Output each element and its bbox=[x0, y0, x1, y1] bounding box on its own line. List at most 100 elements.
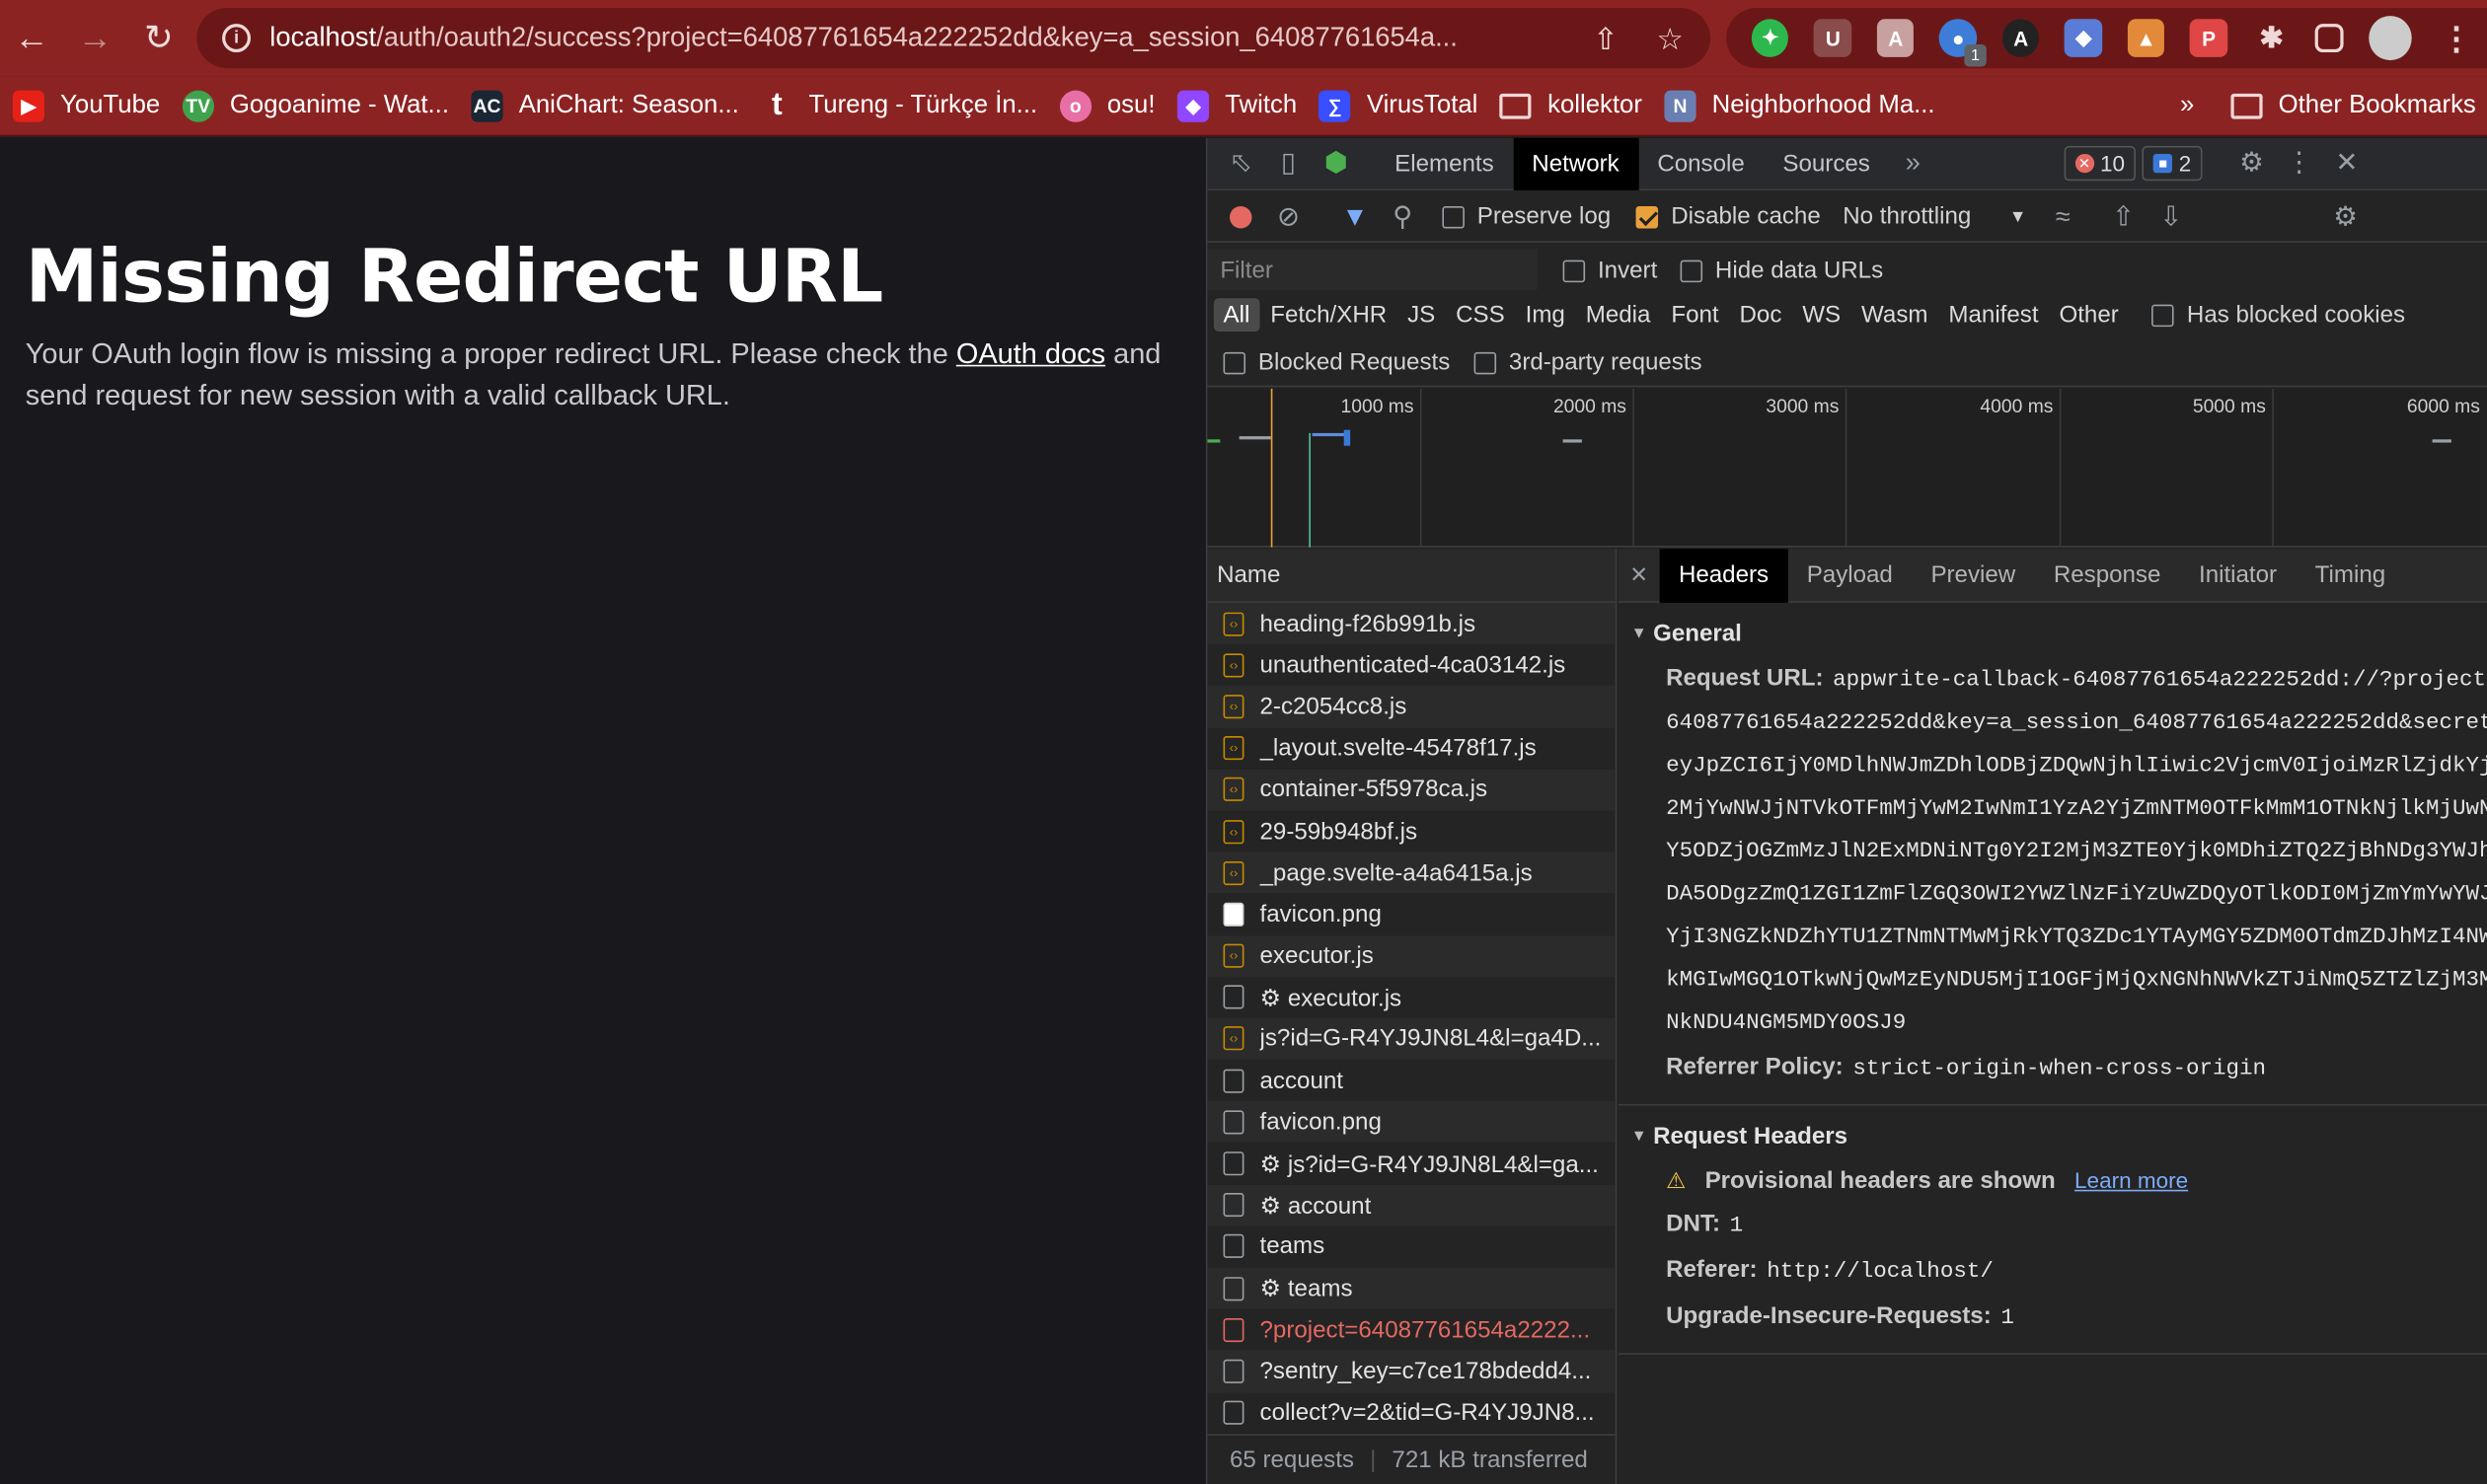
error-count[interactable]: ✕ 10 bbox=[2064, 145, 2137, 182]
avatar[interactable] bbox=[2369, 16, 2413, 61]
metamask-icon[interactable]: ▲ bbox=[2127, 19, 2165, 57]
type-ws[interactable]: WS bbox=[1793, 298, 1850, 332]
close-icon[interactable]: ✕ bbox=[2323, 139, 2371, 186]
bookmark-tureng[interactable]: t Tureng - Türkçe İn... bbox=[761, 82, 1037, 129]
clear-icon[interactable]: ⊘ bbox=[1264, 192, 1312, 240]
request-row[interactable]: ?sentry_key=c7ce178bdedd4... bbox=[1207, 1350, 1616, 1392]
export-har-icon[interactable]: ⇩ bbox=[2148, 192, 2195, 240]
extension-notes-icon[interactable]: ● 1 bbox=[1939, 19, 1987, 67]
bookmark-youtube[interactable]: ▶ YouTube bbox=[12, 82, 160, 129]
extension-p-icon[interactable]: P bbox=[2190, 19, 2228, 57]
tab-headers[interactable]: Headers bbox=[1659, 548, 1788, 603]
type-all[interactable]: All bbox=[1213, 298, 1259, 333]
request-row[interactable]: ‹› js?id=G-R4YJ9JN8L4&l=ga4D... bbox=[1207, 1017, 1616, 1061]
extension-a-icon[interactable]: A bbox=[2001, 19, 2040, 57]
other-bookmarks[interactable]: Other Bookmarks bbox=[2230, 82, 2476, 129]
request-headers-toggle[interactable]: ▼ Request Headers bbox=[1619, 1112, 2487, 1159]
tab-network[interactable]: Network bbox=[1512, 137, 1639, 190]
disable-cache-checkbox[interactable]: Disable cache bbox=[1635, 203, 1821, 230]
throttling-select[interactable]: No throttling ▼ bbox=[1843, 203, 2026, 230]
tab-timing[interactable]: Timing bbox=[2296, 548, 2404, 602]
tab-console[interactable]: Console bbox=[1638, 137, 1764, 189]
extensions-puzzle-icon[interactable]: ✱ bbox=[2253, 19, 2291, 57]
request-row[interactable]: favicon.png bbox=[1207, 894, 1615, 935]
filter-input[interactable]: Filter bbox=[1207, 249, 1538, 291]
more-tabs-icon[interactable]: » bbox=[1889, 139, 1936, 186]
request-row[interactable]: ‹› unauthenticated-4ca03142.js bbox=[1207, 644, 1615, 686]
bookmark-gogoanime[interactable]: TV Gogoanime - Wat... bbox=[182, 82, 449, 129]
bookmark-twitch[interactable]: ◆ Twitch bbox=[1177, 82, 1297, 129]
network-settings-icon[interactable]: ⚙ bbox=[2321, 192, 2369, 240]
bookmarks-overflow[interactable]: » bbox=[2180, 82, 2194, 129]
tab-sources[interactable]: Sources bbox=[1764, 137, 1889, 189]
request-row[interactable]: ‹› 2-c2054cc8.js bbox=[1207, 686, 1616, 728]
tab-elements[interactable]: Elements bbox=[1376, 137, 1513, 189]
site-info-icon[interactable]: i bbox=[222, 24, 252, 53]
back-icon[interactable]: ← bbox=[0, 6, 63, 69]
address-bar[interactable]: i localhost/auth/oauth2/success?project=… bbox=[196, 8, 1711, 69]
network-conditions-icon[interactable]: ≈ bbox=[2039, 192, 2086, 240]
bookmark-virustotal[interactable]: ∑ VirusTotal bbox=[1319, 82, 1477, 129]
bookmark-star-icon[interactable]: ☆ bbox=[1656, 23, 1683, 59]
record-icon[interactable] bbox=[1217, 192, 1264, 240]
request-row[interactable]: ‹› executor.js bbox=[1207, 934, 1616, 977]
request-row[interactable]: ⚙ executor.js bbox=[1207, 977, 1615, 1018]
search-icon[interactable]: ⚲ bbox=[1379, 192, 1426, 240]
type-img[interactable]: Img bbox=[1516, 298, 1575, 332]
request-row[interactable]: ⚙ account bbox=[1207, 1184, 1616, 1226]
oauth-docs-link[interactable]: OAuth docs bbox=[956, 337, 1105, 369]
import-har-icon[interactable]: ⇧ bbox=[2099, 192, 2147, 240]
request-row[interactable]: favicon.png bbox=[1207, 1101, 1616, 1144]
close-details-icon[interactable]: ✕ bbox=[1619, 552, 1660, 599]
tab-response[interactable]: Response bbox=[2035, 548, 2180, 602]
type-doc[interactable]: Doc bbox=[1730, 298, 1791, 332]
request-row[interactable]: ⚙ js?id=G-R4YJ9JN8L4&l=ga... bbox=[1207, 1143, 1615, 1184]
type-font[interactable]: Font bbox=[1662, 298, 1729, 332]
request-row[interactable]: ‹› _page.svelte-a4a6415a.js bbox=[1207, 852, 1616, 894]
tab-preview[interactable]: Preview bbox=[1912, 548, 2034, 602]
request-row[interactable]: collect?v=2&tid=G-R4YJ9JN8... bbox=[1207, 1392, 1615, 1434]
request-row[interactable]: ?project=64087761654a2222... bbox=[1207, 1309, 1615, 1351]
request-row[interactable]: account bbox=[1207, 1060, 1615, 1101]
invert-checkbox[interactable]: Invert bbox=[1562, 257, 1657, 284]
extension-translate-icon[interactable]: A bbox=[1876, 19, 1915, 57]
side-panel-icon[interactable] bbox=[2315, 24, 2344, 53]
request-row[interactable]: ‹› container-5f5978ca.js bbox=[1207, 769, 1616, 811]
filter-icon[interactable]: ▼ bbox=[1331, 192, 1379, 240]
bookmark-neighborhood[interactable]: N Neighborhood Ma... bbox=[1664, 82, 1935, 129]
request-row[interactable]: teams bbox=[1207, 1225, 1615, 1267]
extension-shield-icon[interactable]: ◆ bbox=[2065, 19, 2103, 57]
type-fetch-xhr[interactable]: Fetch/XHR bbox=[1261, 298, 1396, 332]
reload-icon[interactable]: ↻ bbox=[127, 6, 190, 69]
request-row[interactable]: ‹› 29-59b948bf.js bbox=[1207, 810, 1615, 852]
name-column-header[interactable]: Name bbox=[1207, 549, 1616, 603]
learn-more-link[interactable]: Learn more bbox=[2074, 1167, 2188, 1193]
blocked-cookies-checkbox[interactable]: Has blocked cookies bbox=[2151, 301, 2405, 329]
type-manifest[interactable]: Manifest bbox=[1939, 298, 2048, 332]
hide-data-urls-checkbox[interactable]: Hide data URLs bbox=[1680, 257, 1883, 284]
devtools-menu-icon[interactable]: ⋮ bbox=[2275, 139, 2322, 186]
type-other[interactable]: Other bbox=[2050, 298, 2129, 332]
preserve-log-checkbox[interactable]: Preserve log bbox=[1442, 203, 1611, 230]
extension-green-icon[interactable]: ✦ bbox=[1751, 19, 1789, 57]
menu-kebab-icon[interactable]: ⋮ bbox=[2438, 19, 2475, 57]
type-wasm[interactable]: Wasm bbox=[1851, 298, 1937, 332]
general-section-toggle[interactable]: ▼ General bbox=[1619, 609, 2487, 656]
request-row[interactable]: ‹› heading-f26b991b.js bbox=[1207, 602, 1616, 645]
ublock-icon[interactable]: U bbox=[1814, 19, 1852, 57]
network-overview[interactable]: 1000 ms 2000 ms 3000 ms 4000 ms 5000 ms … bbox=[1207, 388, 2487, 548]
request-row[interactable]: ‹› _layout.svelte-45478f17.js bbox=[1207, 727, 1615, 769]
bookmark-anichart[interactable]: AC AniChart: Season... bbox=[471, 82, 739, 129]
type-js[interactable]: JS bbox=[1397, 298, 1444, 332]
url-text[interactable]: localhost/auth/oauth2/success?project=64… bbox=[269, 23, 1570, 54]
blocked-requests-checkbox[interactable]: Blocked Requests bbox=[1223, 349, 1450, 376]
bookmark-osu[interactable]: o osu! bbox=[1059, 82, 1156, 129]
tab-payload[interactable]: Payload bbox=[1787, 548, 1912, 602]
inspect-icon[interactable]: ⬁ bbox=[1217, 139, 1264, 186]
settings-gear-icon[interactable]: ⚙ bbox=[2227, 139, 2275, 186]
forward-icon[interactable]: → bbox=[63, 6, 126, 69]
type-css[interactable]: CSS bbox=[1446, 298, 1514, 332]
device-toolbar-icon[interactable]: ▯ bbox=[1264, 139, 1312, 186]
extension-hex-icon[interactable]: ⬢ bbox=[1313, 139, 1360, 186]
tab-initiator[interactable]: Initiator bbox=[2180, 548, 2297, 602]
